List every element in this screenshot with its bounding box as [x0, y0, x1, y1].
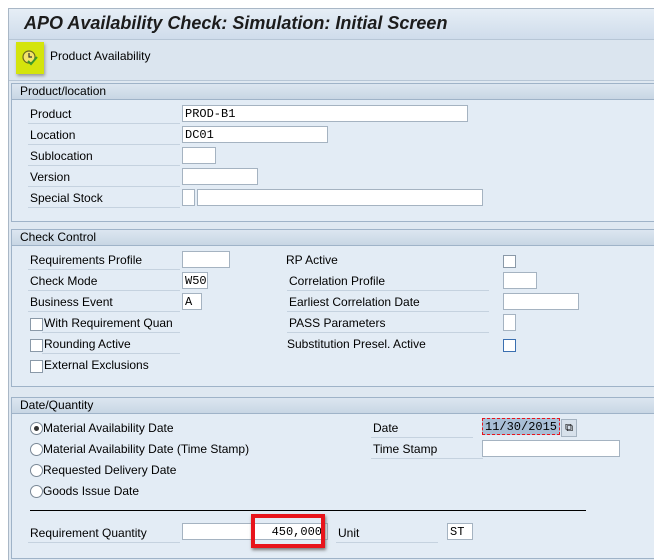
date-label: Date	[371, 419, 473, 438]
toolbar: Product Availability	[9, 40, 654, 81]
special-stock-label: Special Stock	[28, 189, 180, 208]
correlation-profile-input[interactable]	[503, 272, 537, 289]
rounding-active-label: Rounding Active	[42, 335, 180, 354]
requirements-profile-label: Requirements Profile	[28, 251, 180, 270]
check-mode-input[interactable]: W50	[182, 272, 208, 289]
radio-material-availability-timestamp[interactable]	[30, 443, 43, 456]
earliest-correlation-date-input[interactable]	[503, 293, 579, 310]
annotation-highlight-box	[251, 514, 325, 548]
calendar-copy-icon[interactable]: ⧉	[561, 419, 577, 437]
radio-material-availability-date[interactable]	[30, 422, 43, 435]
business-event-label: Business Event	[28, 293, 180, 312]
substitution-presel-label: Substitution Presel. Active	[287, 337, 426, 351]
location-label: Location	[28, 126, 180, 145]
divider	[30, 510, 586, 511]
option-label: Goods Issue Date	[43, 484, 140, 498]
earliest-correlation-date-label: Earliest Correlation Date	[287, 293, 489, 312]
time-stamp-label: Time Stamp	[371, 440, 483, 459]
product-availability-highlight[interactable]	[16, 42, 44, 74]
unit-input[interactable]: ST	[447, 523, 473, 540]
sublocation-input[interactable]	[182, 147, 216, 164]
product-input[interactable]: PROD-B1	[182, 105, 468, 122]
option-label: Requested Delivery Date	[43, 463, 177, 477]
location-input[interactable]: DC01	[182, 126, 328, 143]
pass-parameters-label: PASS Parameters	[287, 314, 489, 333]
panel-header: Date/Quantity	[12, 398, 654, 414]
panel-header: Check Control	[12, 230, 654, 246]
rp-active-checkbox[interactable]	[503, 255, 516, 268]
substitution-presel-checkbox[interactable]	[503, 339, 516, 352]
special-stock-input[interactable]	[197, 189, 483, 206]
radio-requested-delivery-date[interactable]	[30, 464, 43, 477]
rp-active-label: RP Active	[286, 253, 338, 267]
page-title: APO Availability Check: Simulation: Init…	[24, 13, 448, 33]
correlation-profile-label: Correlation Profile	[287, 272, 489, 291]
check-mode-label: Check Mode	[28, 272, 180, 291]
version-label: Version	[28, 168, 180, 187]
requirements-profile-input[interactable]	[182, 251, 230, 268]
title-bar: APO Availability Check: Simulation: Init…	[9, 9, 654, 40]
time-stamp-input[interactable]	[482, 440, 620, 457]
version-input[interactable]	[182, 168, 258, 185]
product-location-panel: Product/location Product PROD-B1 Locatio…	[11, 83, 654, 222]
check-control-panel: Check Control Requirements Profile Check…	[11, 229, 654, 387]
requirement-quantity-label: Requirement Quantity	[28, 524, 180, 543]
external-exclusions-label: External Exclusions	[44, 358, 149, 372]
clock-check-icon	[22, 50, 38, 66]
option-label: Material Availability Date (Time Stamp)	[43, 442, 250, 456]
unit-label: Unit	[336, 524, 438, 543]
with-requirement-quan-label: With Requirement Quan	[42, 314, 180, 333]
date-quantity-panel: Date/Quantity Material Availability Date…	[11, 397, 654, 559]
radio-goods-issue-date[interactable]	[30, 485, 43, 498]
sap-window: APO Availability Check: Simulation: Init…	[8, 8, 654, 560]
product-label: Product	[28, 105, 180, 124]
option-label: Material Availability Date	[43, 421, 174, 435]
panel-header: Product/location	[12, 84, 654, 100]
business-event-input[interactable]: A	[182, 293, 202, 310]
special-stock-indicator-input[interactable]	[182, 189, 195, 206]
pass-parameters-input[interactable]	[503, 314, 516, 331]
date-input[interactable]: 11/30/2015	[482, 418, 560, 435]
product-availability-button[interactable]: Product Availability	[50, 47, 151, 65]
sublocation-label: Sublocation	[28, 147, 180, 166]
